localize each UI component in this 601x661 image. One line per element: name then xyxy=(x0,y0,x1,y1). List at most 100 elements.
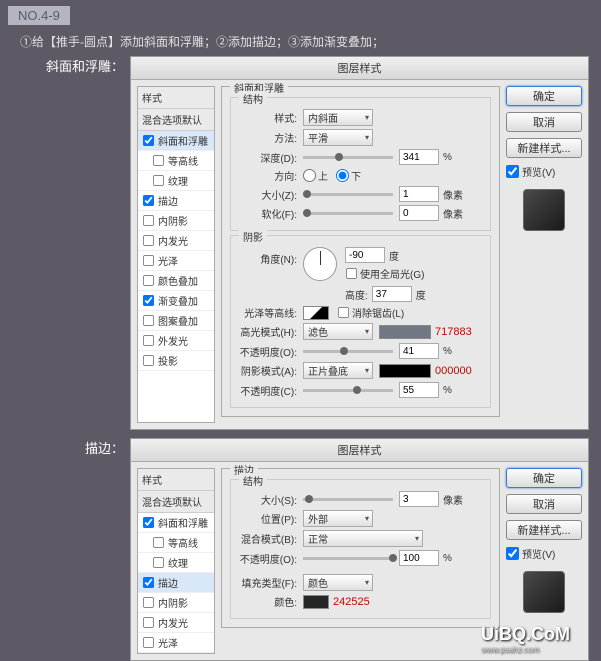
struct-legend: 结构 xyxy=(239,91,267,106)
angle-label: 角度(N): xyxy=(239,251,297,266)
dir-label: 方向: xyxy=(239,168,297,183)
style-check-outerglow[interactable] xyxy=(143,335,154,346)
style-item-innershadow[interactable]: 内阴影 xyxy=(138,211,214,231)
angle-input[interactable] xyxy=(345,247,385,263)
stroke-fill-label: 填充类型(F): xyxy=(239,575,297,590)
stroke-blend-select[interactable]: 正常 xyxy=(303,530,423,547)
depth-input[interactable] xyxy=(399,149,439,165)
op1-input[interactable] xyxy=(399,343,439,359)
stroke-size-input[interactable] xyxy=(399,491,439,507)
soften-slider[interactable] xyxy=(303,212,393,215)
sh-color-swatch[interactable] xyxy=(379,364,431,378)
style-item-stroke-2[interactable]: 描边 xyxy=(138,573,214,593)
method-select[interactable]: 平滑 xyxy=(303,129,373,146)
op2-input[interactable] xyxy=(399,382,439,398)
blend-options-default[interactable]: 混合选项默认 xyxy=(138,109,214,131)
preview-swatch-2 xyxy=(523,571,565,613)
style-check-contour[interactable] xyxy=(153,155,164,166)
style-list-header: 样式 xyxy=(138,87,214,109)
style-item-outerglow[interactable]: 外发光 xyxy=(138,331,214,351)
global-light[interactable]: 使用全局光(G) xyxy=(345,266,424,281)
style-item-texture[interactable]: 纹理 xyxy=(138,171,214,191)
stroke-op-slider[interactable] xyxy=(303,557,393,560)
stroke-pos-select[interactable]: 外部 xyxy=(303,510,373,527)
preview-checkbox-2[interactable]: 预览(V) xyxy=(506,546,582,561)
style-check-satin[interactable] xyxy=(143,255,154,266)
preview-swatch xyxy=(523,189,565,231)
style-item-contour[interactable]: 等高线 xyxy=(138,151,214,171)
style-label: 样式: xyxy=(239,110,297,125)
blend-options-default-2[interactable]: 混合选项默认 xyxy=(138,491,214,513)
size-slider[interactable] xyxy=(303,193,393,196)
antialias[interactable]: 消除锯齿(L) xyxy=(337,305,404,320)
alt-input[interactable] xyxy=(372,286,412,302)
dialog-title: 图层样式 xyxy=(131,57,588,80)
sh-mode-select[interactable]: 正片叠底 xyxy=(303,362,373,379)
stroke-fill-select[interactable]: 颜色 xyxy=(303,574,373,591)
style-list-2: 样式 混合选项默认 斜面和浮雕 等高线 纹理 描边 内阴影 内发光 光泽 xyxy=(137,468,215,654)
ok-button[interactable]: 确定 xyxy=(506,86,582,106)
size-input[interactable] xyxy=(399,186,439,202)
style-check-innershadow[interactable] xyxy=(143,215,154,226)
sh-mode-label: 阴影模式(A): xyxy=(239,363,297,378)
shade-legend: 阴影 xyxy=(239,229,267,244)
angle-dial[interactable] xyxy=(303,247,337,281)
section2-label: 描边： xyxy=(0,438,130,457)
hl-mode-select[interactable]: 滤色 xyxy=(303,323,373,340)
style-select[interactable]: 内斜面 xyxy=(303,109,373,126)
ok-button-2[interactable]: 确定 xyxy=(506,468,582,488)
stroke-size-unit: 像素 xyxy=(443,492,463,507)
style-item-innershadow-2[interactable]: 内阴影 xyxy=(138,593,214,613)
depth-unit: % xyxy=(443,152,452,163)
layer-style-dialog-stroke: 图层样式 样式 混合选项默认 斜面和浮雕 等高线 纹理 描边 内阴影 内发光 光… xyxy=(130,438,589,661)
op1-slider[interactable] xyxy=(303,350,393,353)
stroke-op-unit: % xyxy=(443,553,452,564)
op2-slider[interactable] xyxy=(303,389,393,392)
style-check-stroke[interactable] xyxy=(143,195,154,206)
soften-input[interactable] xyxy=(399,205,439,221)
style-item-satin-2[interactable]: 光泽 xyxy=(138,633,214,653)
preview-checkbox[interactable]: 预览(V) xyxy=(506,164,582,179)
stroke-op-input[interactable] xyxy=(399,550,439,566)
stroke-blend-label: 混合模式(B): xyxy=(239,531,297,546)
style-item-stroke[interactable]: 描边 xyxy=(138,191,214,211)
stroke-color-swatch[interactable] xyxy=(303,595,329,609)
style-item-bevel-2[interactable]: 斜面和浮雕 xyxy=(138,513,214,533)
style-item-bevel[interactable]: 斜面和浮雕 xyxy=(138,131,214,151)
style-item-satin[interactable]: 光泽 xyxy=(138,251,214,271)
style-item-gradoverlay[interactable]: 渐变叠加 xyxy=(138,291,214,311)
angle-unit: 度 xyxy=(389,248,399,263)
section1-label: 斜面和浮雕： xyxy=(0,56,130,75)
cancel-button-2[interactable]: 取消 xyxy=(506,494,582,514)
size-unit: 像素 xyxy=(443,187,463,202)
depth-slider[interactable] xyxy=(303,156,393,159)
style-check-innerglow[interactable] xyxy=(143,235,154,246)
style-item-coloroverlay[interactable]: 颜色叠加 xyxy=(138,271,214,291)
stroke-size-slider[interactable] xyxy=(303,498,393,501)
style-item-innerglow[interactable]: 内发光 xyxy=(138,231,214,251)
style-item-dropshadow[interactable]: 投影 xyxy=(138,351,214,371)
dir-down[interactable]: 下 xyxy=(336,168,361,183)
style-check-coloroverlay[interactable] xyxy=(143,275,154,286)
style-item-innerglow-2[interactable]: 内发光 xyxy=(138,613,214,633)
style-check-patternoverlay[interactable] xyxy=(143,315,154,326)
cancel-button[interactable]: 取消 xyxy=(506,112,582,132)
dir-up[interactable]: 上 xyxy=(303,168,328,183)
hl-color-swatch[interactable] xyxy=(379,325,431,339)
hl-hex: 717883 xyxy=(435,326,472,338)
style-check-gradoverlay[interactable] xyxy=(143,295,154,306)
bevel-panel: 斜面和浮雕 结构 样式:内斜面 方法:平滑 深度(D):% 方向: 上 下 大小… xyxy=(221,86,500,423)
style-item-patternoverlay[interactable]: 图案叠加 xyxy=(138,311,214,331)
page-tag: NO.4-9 xyxy=(8,6,70,25)
stroke-pos-label: 位置(P): xyxy=(239,511,297,526)
new-style-button-2[interactable]: 新建样式... xyxy=(506,520,582,540)
contour-swatch[interactable] xyxy=(303,306,329,320)
style-item-contour-2[interactable]: 等高线 xyxy=(138,533,214,553)
style-item-texture-2[interactable]: 纹理 xyxy=(138,553,214,573)
op2-label: 不透明度(C): xyxy=(239,383,297,398)
style-check-texture[interactable] xyxy=(153,175,164,186)
dialog-right-col: 确定 取消 新建样式... 预览(V) xyxy=(506,86,582,423)
style-check-dropshadow[interactable] xyxy=(143,355,154,366)
new-style-button[interactable]: 新建样式... xyxy=(506,138,582,158)
style-check-bevel[interactable] xyxy=(143,135,154,146)
